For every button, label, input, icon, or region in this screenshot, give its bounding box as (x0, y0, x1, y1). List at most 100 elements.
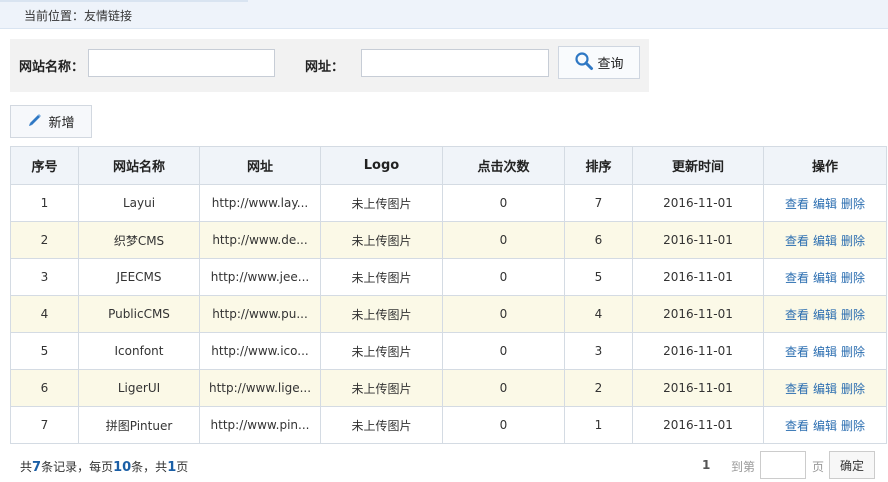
cell-index: 1 (10, 184, 79, 222)
breadcrumb: 当前位置：友情链接 (24, 9, 133, 23)
table-row: 1 Layui http://www.lay... 未上传图片 0 7 2016… (10, 184, 887, 222)
cell-url: http://www.jee... (199, 258, 321, 296)
cell-clicks: 0 (442, 332, 565, 370)
top-bar: 当前位置：友情链接 (0, 0, 888, 29)
magnifier-icon (574, 51, 594, 75)
url-label: 网址： (305, 60, 345, 75)
cell-url: http://www.lige... (199, 369, 321, 407)
delete-link[interactable]: 删除 (841, 234, 865, 248)
cell-site-name: Iconfont (78, 332, 200, 370)
column-header: 序号 (10, 146, 79, 185)
cell-logo: 未上传图片 (320, 369, 443, 407)
goto-page-input[interactable] (760, 451, 806, 479)
edit-link[interactable]: 编辑 (813, 345, 837, 359)
cell-clicks: 0 (442, 295, 565, 333)
table-header-row: 序号 网站名称 网址 Logo 点击次数 排序 更新时间 操作 (10, 146, 887, 185)
cell-sort: 7 (564, 184, 633, 222)
view-link[interactable]: 查看 (785, 234, 809, 248)
search-button[interactable]: 查询 (558, 46, 640, 79)
cell-logo: 未上传图片 (320, 332, 443, 370)
cell-index: 3 (10, 258, 79, 296)
cell-updated: 2016-11-01 (632, 184, 764, 222)
column-header: Logo (320, 146, 443, 185)
view-link[interactable]: 查看 (785, 419, 809, 433)
delete-link[interactable]: 删除 (841, 419, 865, 433)
page-count: 1 (167, 460, 177, 475)
cell-updated: 2016-11-01 (632, 221, 764, 259)
delete-link[interactable]: 删除 (841, 197, 865, 211)
edit-link[interactable]: 编辑 (813, 234, 837, 248)
cell-actions: 查看 编辑 删除 (763, 406, 887, 444)
cell-site-name: PublicCMS (78, 295, 200, 333)
cell-url: http://www.pin... (199, 406, 321, 444)
links-table: 序号 网站名称 网址 Logo 点击次数 排序 更新时间 操作 1 Layui … (10, 146, 887, 444)
table-row: 6 LigerUI http://www.lige... 未上传图片 0 2 2… (10, 369, 887, 407)
cell-updated: 2016-11-01 (632, 406, 764, 444)
cell-actions: 查看 编辑 删除 (763, 369, 887, 407)
url-input[interactable] (361, 49, 549, 77)
edit-link[interactable]: 编辑 (813, 308, 837, 322)
cell-site-name: Layui (78, 184, 200, 222)
cell-actions: 查看 编辑 删除 (763, 184, 887, 222)
table-row: 5 Iconfont http://www.ico... 未上传图片 0 3 2… (10, 332, 887, 370)
edit-link[interactable]: 编辑 (813, 271, 837, 285)
cell-actions: 查看 编辑 删除 (763, 258, 887, 296)
delete-link[interactable]: 删除 (841, 345, 865, 359)
cell-logo: 未上传图片 (320, 184, 443, 222)
confirm-button[interactable]: 确定 (829, 451, 875, 479)
table-row: 7 拼图Pintuer http://www.pin... 未上传图片 0 1 … (10, 406, 887, 444)
delete-link[interactable]: 删除 (841, 308, 865, 322)
view-link[interactable]: 查看 (785, 345, 809, 359)
cell-site-name: LigerUI (78, 369, 200, 407)
table-row: 3 JEECMS http://www.jee... 未上传图片 0 5 201… (10, 258, 887, 296)
column-header: 网址 (199, 146, 321, 185)
delete-link[interactable]: 删除 (841, 271, 865, 285)
cell-updated: 2016-11-01 (632, 295, 764, 333)
view-link[interactable]: 查看 (785, 197, 809, 211)
per-page-count: 10 (113, 460, 132, 475)
cell-logo: 未上传图片 (320, 258, 443, 296)
current-page[interactable]: 1 (702, 458, 710, 472)
goto-label: 到第 (731, 460, 756, 474)
search-button-label: 查询 (597, 57, 624, 72)
cell-site-name: 织梦CMS (78, 221, 200, 259)
cell-clicks: 0 (442, 258, 565, 296)
cell-site-name: 拼图Pintuer (78, 406, 200, 444)
cell-index: 5 (10, 332, 79, 370)
delete-link[interactable]: 删除 (841, 382, 865, 396)
cell-actions: 查看 编辑 删除 (763, 295, 887, 333)
site-name-label: 网站名称： (19, 60, 85, 75)
cell-clicks: 0 (442, 406, 565, 444)
view-link[interactable]: 查看 (785, 382, 809, 396)
cell-clicks: 0 (442, 221, 565, 259)
search-panel: 网站名称： 网址： 查询 (10, 39, 649, 92)
edit-link[interactable]: 编辑 (813, 419, 837, 433)
cell-sort: 6 (564, 221, 633, 259)
column-header: 点击次数 (442, 146, 565, 185)
cell-sort: 1 (564, 406, 633, 444)
pencil-icon (27, 112, 43, 132)
view-link[interactable]: 查看 (785, 308, 809, 322)
add-button-label: 新增 (48, 116, 75, 131)
cell-url: http://www.ico... (199, 332, 321, 370)
cell-url: http://www.lay... (199, 184, 321, 222)
cell-updated: 2016-11-01 (632, 258, 764, 296)
tab-indicator (0, 0, 248, 2)
column-header: 排序 (564, 146, 633, 185)
table-row: 2 织梦CMS http://www.de... 未上传图片 0 6 2016-… (10, 221, 887, 259)
cell-clicks: 0 (442, 184, 565, 222)
edit-link[interactable]: 编辑 (813, 197, 837, 211)
cell-sort: 5 (564, 258, 633, 296)
column-header: 更新时间 (632, 146, 764, 185)
site-name-input[interactable] (88, 49, 275, 77)
cell-updated: 2016-11-01 (632, 332, 764, 370)
edit-link[interactable]: 编辑 (813, 382, 837, 396)
table-row: 4 PublicCMS http://www.pu... 未上传图片 0 4 2… (10, 295, 887, 333)
total-count: 7 (32, 460, 42, 475)
cell-index: 4 (10, 295, 79, 333)
cell-updated: 2016-11-01 (632, 369, 764, 407)
view-link[interactable]: 查看 (785, 271, 809, 285)
cell-sort: 3 (564, 332, 633, 370)
cell-sort: 2 (564, 369, 633, 407)
add-button[interactable]: 新增 (10, 105, 92, 138)
